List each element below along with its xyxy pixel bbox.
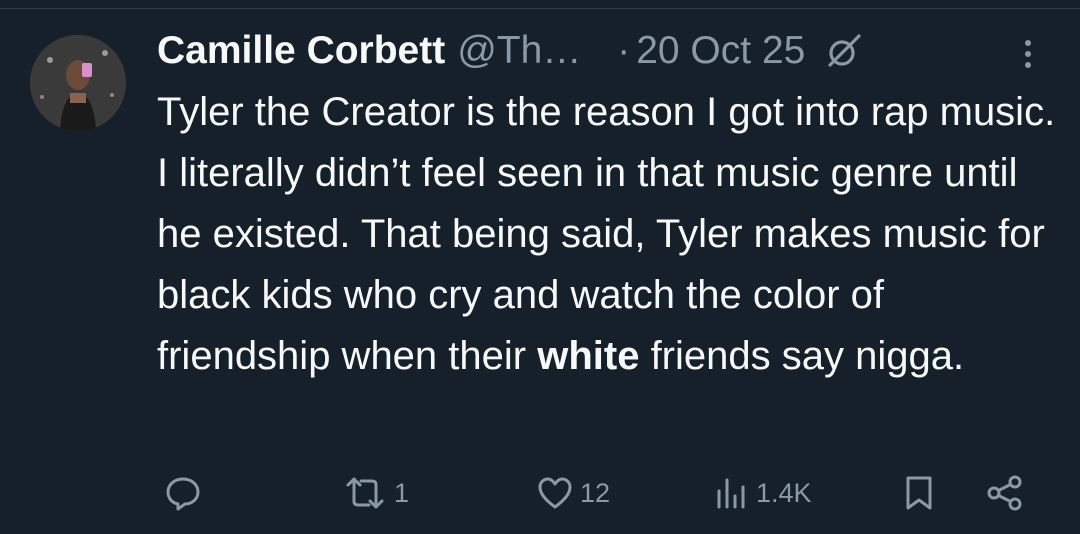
like-count: 12: [580, 477, 611, 508]
views-button[interactable]: 1.4K: [714, 468, 812, 518]
share-icon: [987, 475, 1022, 511]
heart-icon: [538, 477, 572, 509]
bookmark-icon: [906, 476, 932, 510]
top-divider: [0, 8, 1080, 9]
tweet-date[interactable]: 20 Oct 25: [636, 29, 805, 73]
views-count: 1.4K: [756, 477, 812, 508]
reply-icon: [166, 477, 200, 511]
share-button[interactable]: [985, 468, 1025, 518]
tweet-text: Tyler the Creator is the reason I got in…: [157, 82, 1062, 387]
retweet-button[interactable]: 1: [342, 468, 409, 518]
tweet-text-part: friends say nigga.: [639, 334, 965, 378]
grok-icon[interactable]: [827, 34, 861, 68]
reply-button[interactable]: [163, 468, 203, 518]
action-bar: 1 12 1.4K: [0, 468, 1080, 518]
more-icon[interactable]: [1018, 34, 1038, 74]
retweet-icon: [346, 477, 384, 509]
like-button[interactable]: 12: [536, 468, 610, 518]
author-handle[interactable]: @ThatCamilleCorbett: [457, 29, 595, 73]
avatar[interactable]: [30, 35, 126, 131]
tweet-header: Camille Corbett @ThatCamilleCorbett · 20…: [157, 28, 861, 74]
author-name[interactable]: Camille Corbett: [157, 29, 445, 73]
bookmark-button[interactable]: [903, 468, 935, 518]
retweet-count: 1: [394, 477, 410, 508]
tweet-text-bold: white: [537, 334, 640, 378]
header-separator: ·: [617, 29, 631, 72]
analytics-icon: [717, 478, 745, 509]
